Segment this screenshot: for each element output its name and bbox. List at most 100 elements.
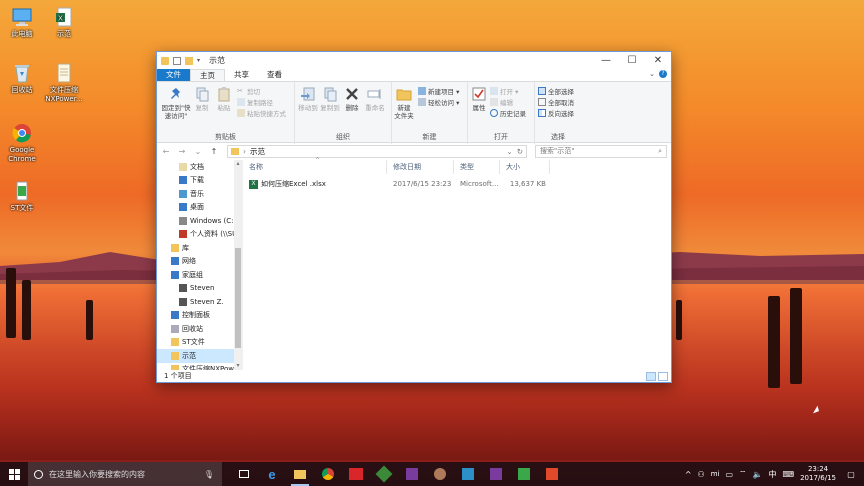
invert-selection-button[interactable]: 反向选择 [538, 108, 574, 118]
breadcrumb[interactable]: 示范 [250, 146, 265, 157]
recent-locations-icon[interactable]: ⌄ [193, 147, 203, 156]
scroll-down-icon[interactable]: ▾ [234, 362, 242, 370]
cut-button[interactable]: ✂ 剪切 [237, 86, 260, 96]
search-input[interactable]: 搜索"示范" ⌕ [535, 144, 667, 158]
settings-app-icon[interactable] [456, 462, 480, 486]
desktop-icon-st-files[interactable]: ST文件 [0, 180, 44, 213]
chevron-up-icon[interactable]: ^ [685, 470, 692, 479]
nav-item[interactable]: 回收站 [157, 322, 242, 336]
microphone-icon[interactable]: 🎙 [204, 470, 214, 479]
green-c-app-icon[interactable] [512, 462, 536, 486]
battery-icon[interactable]: ▭ [725, 470, 733, 479]
people-icon[interactable]: ⚇ [698, 470, 705, 479]
column-header-size[interactable]: 大小 [500, 160, 550, 174]
details-view-icon[interactable] [646, 371, 656, 381]
nav-item[interactable]: 桌面 [157, 201, 242, 215]
select-all-button[interactable]: 全部选择 [538, 86, 574, 96]
history-button[interactable]: 历史记录 [490, 108, 526, 118]
nav-item[interactable]: 文件压缩NXPow [157, 363, 242, 370]
open-button[interactable]: 打开 ▾ [490, 86, 518, 96]
red-c-app-icon[interactable] [540, 462, 564, 486]
back-arrow-icon[interactable]: ← [161, 147, 171, 156]
nav-item[interactable]: Windows (C:) [157, 214, 242, 228]
scroll-up-icon[interactable]: ▴ [234, 160, 242, 168]
properties-qa-icon[interactable] [173, 56, 181, 65]
move-to-button[interactable]: 移动到 [297, 86, 319, 112]
minimize-button[interactable]: — [593, 52, 619, 69]
notification-icon[interactable]: ▢ [842, 462, 860, 486]
column-header-type[interactable]: 类型 [454, 160, 500, 174]
nav-item[interactable]: Steven [157, 282, 242, 296]
paste-shortcut-button[interactable]: 粘贴快捷方式 [237, 108, 286, 118]
edit-button[interactable]: 编辑 [490, 97, 513, 107]
address-dropdown-icon[interactable]: ⌄ [506, 147, 512, 156]
task-view-icon[interactable] [232, 462, 256, 486]
tab-file[interactable]: 文件 [157, 69, 190, 81]
nav-item[interactable]: 个人资料 (\\SU [157, 228, 242, 242]
address-bar[interactable]: › 示范 ⌄ ↻ [227, 144, 527, 158]
desktop-icon-chrome[interactable]: Google Chrome [0, 122, 44, 164]
mi-icon[interactable]: mi [711, 470, 720, 478]
chrome-taskbar-icon[interactable] [316, 462, 340, 486]
refresh-icon[interactable]: ↻ [517, 147, 523, 156]
tab-share[interactable]: 共享 [225, 69, 258, 81]
search-icon[interactable]: ⌕ [658, 147, 662, 156]
ime-indicator[interactable]: 中 [769, 469, 777, 480]
nav-item[interactable]: ST文件 [157, 336, 242, 350]
desktop-icon-demo[interactable]: X 示范 [42, 6, 86, 39]
help-icon[interactable]: ? [659, 70, 667, 78]
green-app-icon[interactable] [372, 462, 396, 486]
taskbar-search[interactable]: 在这里输入你要搜索的内容 🎙 [28, 462, 222, 486]
avatar[interactable] [428, 462, 452, 486]
close-button[interactable]: ✕ [645, 52, 671, 69]
rename-button[interactable]: 重命名 [363, 86, 387, 112]
forward-arrow-icon[interactable]: → [177, 147, 187, 156]
nav-item[interactable]: 音乐 [157, 187, 242, 201]
nav-item[interactable]: 控制面板 [157, 309, 242, 323]
new-item-button[interactable]: 新建项目 ▾ [418, 86, 459, 96]
nav-item[interactable]: Steven Z. [157, 295, 242, 309]
start-button[interactable] [0, 462, 28, 486]
nav-item[interactable]: 家庭组 [157, 268, 242, 282]
file-row[interactable]: X 如何压缩Excel .xlsx 2017/6/15 23:23 Micros… [243, 177, 671, 191]
properties-button[interactable]: 属性 [470, 86, 488, 112]
expand-ribbon-icon[interactable]: ⌄ [649, 70, 655, 78]
copy-button[interactable]: 复制 [193, 86, 211, 112]
delete-button[interactable]: 删除 [343, 86, 361, 112]
file-explorer-icon[interactable] [288, 462, 312, 486]
column-header-modified[interactable]: 修改日期 [387, 160, 454, 174]
desktop-icon-nxpower[interactable]: 文件压缩 NXPower... [42, 62, 86, 104]
easy-access-button[interactable]: 轻松访问 ▾ [418, 97, 459, 107]
new-folder-qa-icon[interactable] [185, 56, 193, 65]
up-arrow-icon[interactable]: ↑ [209, 147, 219, 156]
nav-item[interactable]: 库 [157, 241, 242, 255]
pin-quick-access-button[interactable]: 固定到"快速访问" [159, 86, 193, 120]
maximize-button[interactable]: ☐ [619, 52, 645, 69]
nav-item[interactable]: 文档 [157, 160, 242, 174]
keyboard-icon[interactable]: ⌨ [783, 470, 795, 479]
network-icon[interactable]: ⌔ [739, 469, 747, 479]
invert-selection-icon [538, 109, 546, 117]
tab-home[interactable]: 主页 [190, 69, 225, 81]
large-icons-view-icon[interactable] [658, 371, 668, 381]
copy-to-button[interactable]: 复制到 [319, 86, 341, 112]
nav-item[interactable]: 网络 [157, 255, 242, 269]
clock[interactable]: 23:24 2017/6/15 [800, 465, 836, 483]
onenote-icon-2[interactable] [484, 462, 508, 486]
nav-scrollbar[interactable]: ▴ ▾ [234, 160, 242, 370]
desktop-icon-this-pc[interactable]: 此电脑 [0, 6, 44, 39]
red-app-icon[interactable] [344, 462, 368, 486]
desktop-icon-recycle-bin[interactable]: 回收站 [0, 62, 44, 95]
new-folder-button[interactable]: 新建 文件夹 [393, 86, 415, 120]
chevron-down-icon[interactable]: ▾ [197, 57, 203, 65]
paste-button[interactable]: 粘贴 [215, 86, 233, 112]
copy-path-button[interactable]: 复制路径 [237, 97, 273, 107]
tab-view[interactable]: 查看 [258, 69, 291, 81]
onenote-icon[interactable] [400, 462, 424, 486]
volume-icon[interactable]: 🔈 [753, 470, 763, 479]
nav-item[interactable]: 示范 [157, 349, 242, 363]
edge-icon[interactable]: e [260, 462, 284, 486]
select-none-button[interactable]: 全部取消 [538, 97, 574, 107]
scrollbar-thumb[interactable] [235, 248, 241, 348]
nav-item[interactable]: 下载 [157, 174, 242, 188]
